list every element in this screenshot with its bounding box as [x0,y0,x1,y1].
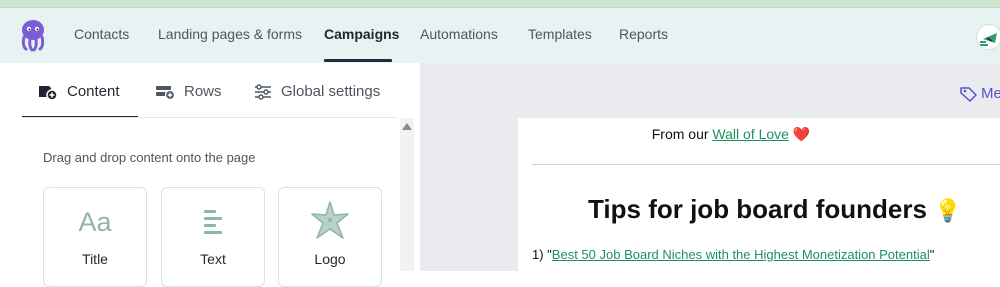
email-preview-canvas: From our Wall of Love ❤️ Tips for job bo… [420,63,1000,271]
nav-campaigns[interactable]: Campaigns [324,26,399,42]
octopus-logo-icon[interactable] [18,18,48,52]
nav-landing-pages-forms[interactable]: Landing pages & forms [158,26,302,42]
text-lines-icon [162,206,264,241]
tag-icon [960,86,977,102]
tile-text-label: Text [200,251,226,267]
nav-contacts[interactable]: Contacts [74,26,129,42]
tip-item-1: 1) "Best 50 Job Board Niches with the Hi… [532,247,934,262]
heart-icon: ❤️ [792,126,811,142]
content-tile-text[interactable]: Text [161,187,265,287]
tile-logo-label: Logo [314,251,346,267]
rows-add-icon [156,85,175,100]
wall-of-love-line: From our Wall of Love ❤️ [518,126,944,143]
tab-content-label: Content [67,83,120,100]
starfish-logo-icon [279,200,381,247]
title-aa-icon: Aa [44,206,146,241]
from-prefix: From our [651,126,713,142]
tip-1-link[interactable]: Best 50 Job Board Niches with the Highes… [552,247,930,262]
mentions-label: Me [981,85,1000,102]
nav-templates[interactable]: Templates [528,26,592,42]
tab-rows[interactable]: Rows [155,83,222,100]
email-heading: Tips for job board founders 💡 [588,194,962,225]
user-avatar-icon[interactable] [976,24,1000,50]
tile-title-label: Title [82,251,108,267]
content-tile-logo[interactable]: Logo [278,187,382,287]
nav-reports[interactable]: Reports [619,26,668,42]
sliders-icon [255,83,271,100]
content-panel: Content Rows Global settings Drag and dr… [0,63,420,287]
tabs-divider [22,117,398,118]
tab-global-settings-label: Global settings [281,83,381,100]
scroll-up-arrow-icon[interactable] [402,123,412,130]
mentions-button[interactable]: Me [960,85,1000,102]
tab-content[interactable]: Content [38,83,120,100]
nav-automations[interactable]: Automations [420,26,498,42]
tip-1-prefix: 1) " [532,247,552,262]
active-nav-indicator [324,59,392,62]
drag-drop-hint: Drag and drop content onto the page [43,150,256,165]
svg-text:Aa: Aa [78,207,112,236]
tab-global-settings[interactable]: Global settings [254,83,380,100]
content-tile-title[interactable]: Aa Title [43,187,147,287]
top-navigation: Contacts Landing pages & forms Campaigns… [0,8,1000,63]
top-strip [0,0,1000,8]
tab-rows-label: Rows [184,83,222,100]
wall-of-love-link[interactable]: Wall of Love [712,126,789,142]
email-divider [532,164,1000,165]
lightbulb-icon: 💡 [934,198,962,223]
email-body: From our Wall of Love ❤️ Tips for job bo… [518,118,1000,271]
content-add-icon [39,85,58,100]
tip-1-suffix: " [929,247,935,262]
panel-scrollbar[interactable] [400,118,414,271]
tips-title-text: Tips for job board founders [588,194,927,224]
